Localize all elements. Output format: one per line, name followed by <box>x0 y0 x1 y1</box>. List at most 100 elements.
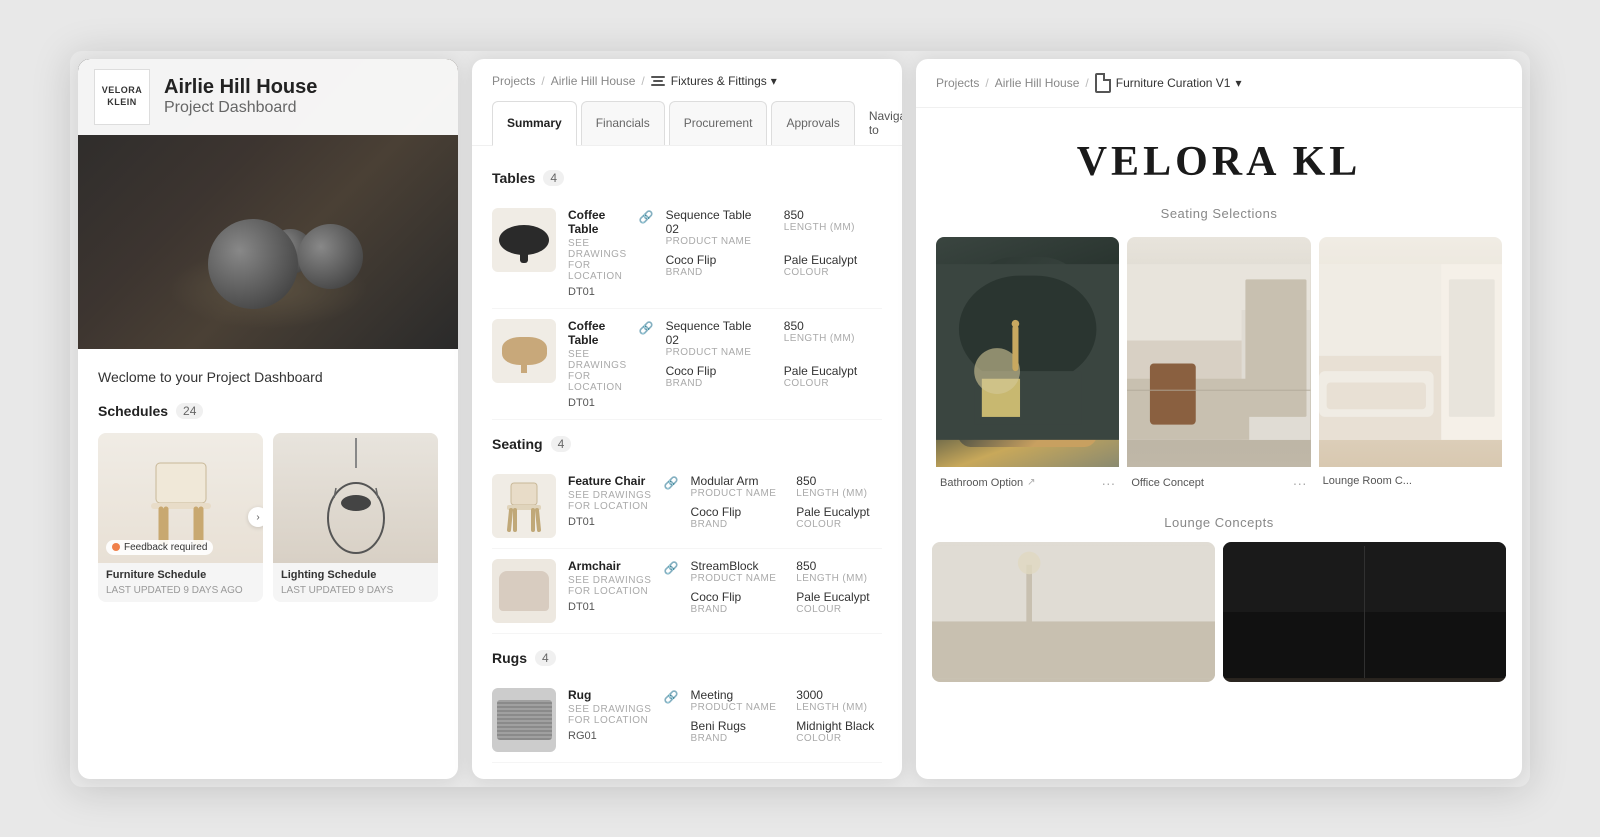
length-key: LENGTH (MM) <box>796 702 882 713</box>
item-name: Rug <box>568 688 652 702</box>
furniture-schedule-date: LAST UPDATED 9 DAYS AGO <box>98 585 263 602</box>
colour-key: COLOUR <box>784 267 882 278</box>
link-icon: 🔗 <box>664 690 679 704</box>
curation-breadcrumb-project[interactable]: Airlie Hill House <box>995 76 1080 90</box>
item-sublabel: SEE DRAWINGS FOR LOCATION <box>568 490 652 512</box>
fixtures-breadcrumb: Projects / Airlie Hill House / Fixtures … <box>492 73 882 89</box>
tab-summary[interactable]: Summary <box>492 101 577 146</box>
item-code: DT01 <box>568 601 652 613</box>
breadcrumb-sep1: / <box>541 74 544 88</box>
navigate-to-button[interactable]: Navigate to ▾ <box>859 101 902 145</box>
colour-val: Pale Eucalypt <box>796 505 882 519</box>
office-card[interactable]: Office Concept ··· <box>1127 237 1310 495</box>
lounge-label: Lounge Room C... <box>1323 475 1412 487</box>
length-val: 850 <box>784 319 882 333</box>
product-name-key: PRODUCT NAME <box>691 702 777 713</box>
sphere-medium <box>298 224 363 289</box>
feature-chair-thumb <box>492 474 556 538</box>
lounge-card-1[interactable] <box>932 542 1215 682</box>
table-light-shape <box>502 337 547 365</box>
item-meta: Modular Arm PRODUCT NAME 850 LENGTH (MM)… <box>691 474 882 530</box>
colour-val: Midnight Black <box>796 719 882 733</box>
rug-info: Rug SEE DRAWINGS FOR LOCATION RG01 <box>568 688 652 742</box>
document-icon <box>1095 73 1111 93</box>
link-icon: 🔗 <box>664 476 679 490</box>
breadcrumb-project[interactable]: Airlie Hill House <box>551 74 636 88</box>
tab-financials[interactable]: Financials <box>581 101 665 145</box>
item-code: RG01 <box>568 730 652 742</box>
lounge-image-1 <box>932 542 1215 682</box>
curation-breadcrumb-projects[interactable]: Projects <box>936 76 979 90</box>
product-name-val: Meeting <box>691 688 777 702</box>
link-icon: 🔗 <box>639 321 654 335</box>
bathroom-card[interactable]: Bathroom Option ↗ ··· <box>936 237 1119 495</box>
curation-breadcrumb-active: Furniture Curation V1 ▾ <box>1095 73 1242 93</box>
coffee-table-thumb-1 <box>492 208 556 272</box>
lounge-card[interactable]: Lounge Room C... <box>1319 237 1502 495</box>
table-row: Coffee Table SEE DRAWINGS FOR LOCATION D… <box>492 198 882 309</box>
product-name-val: Modular Arm <box>691 474 777 488</box>
lounge-card-2[interactable] <box>1223 542 1506 682</box>
item-sublabel: SEE DRAWINGS FOR LOCATION <box>568 704 652 726</box>
seating-section-title: Seating Selections <box>916 206 1522 221</box>
curation-chevron: ▾ <box>1235 76 1241 90</box>
panel-curation: Projects / Airlie Hill House / Furniture… <box>916 59 1522 779</box>
brand-header: VELORA KL <box>916 108 1522 196</box>
curation-header: Projects / Airlie Hill House / Furniture… <box>916 59 1522 108</box>
office-svg <box>1127 237 1310 467</box>
item-meta: Meeting PRODUCT NAME 3000 LENGTH (MM) Be… <box>691 688 882 744</box>
breadcrumb-sep2: / <box>641 74 644 88</box>
feedback-text: Feedback required <box>124 542 207 553</box>
item-sublabel: SEE DRAWINGS FOR LOCATION <box>568 575 652 597</box>
brand-val: Coco Flip <box>666 364 764 378</box>
chair-illustration <box>141 453 221 553</box>
link-icon: 🔗 <box>639 210 654 224</box>
schedules-label: Schedules <box>98 403 168 419</box>
furniture-schedule-card[interactable]: Feedback required Furniture Schedule LAS… <box>98 433 263 602</box>
length-val: 850 <box>784 208 882 222</box>
rugs-title: Rugs <box>492 650 527 666</box>
schedules-header: Schedules 24 <box>98 403 438 419</box>
brand-val: Coco Flip <box>691 590 777 604</box>
office-image <box>1127 237 1310 467</box>
tab-procurement[interactable]: Procurement <box>669 101 768 145</box>
length-key: LENGTH (MM) <box>784 222 882 233</box>
seating-title: Seating <box>492 436 543 452</box>
breadcrumb-projects[interactable]: Projects <box>492 74 535 88</box>
tab-approvals[interactable]: Approvals <box>771 101 854 145</box>
bathroom-label: Bathroom Option ↗ <box>940 477 1036 489</box>
layers-icon <box>651 73 667 89</box>
feature-chair-svg <box>499 478 549 533</box>
office-label-text: Office Concept <box>1131 477 1204 489</box>
colour-val: Pale Eucalypt <box>796 590 882 604</box>
table-row: Rug SEE DRAWINGS FOR LOCATION RG01 🔗 Mee… <box>492 678 882 763</box>
item-meta: Sequence Table 02 PRODUCT NAME 850 LENGT… <box>666 319 882 389</box>
bathroom-more-button[interactable]: ··· <box>1101 475 1115 491</box>
welcome-text: Weclome to your Project Dashboard <box>98 369 438 385</box>
logo-bar: VELORA KLEIN Airlie Hill House Project D… <box>78 59 458 135</box>
brand-key: BRAND <box>691 519 777 530</box>
coffee-table-info-2: Coffee Table SEE DRAWINGS FOR LOCATION D… <box>568 319 627 409</box>
lounge-label-text: Lounge Room C... <box>1323 475 1412 487</box>
colour-key: COLOUR <box>796 733 882 744</box>
rug-shape <box>497 700 552 740</box>
furniture-arrow-button[interactable]: › <box>248 507 263 527</box>
office-more-button[interactable]: ··· <box>1293 475 1307 491</box>
bathroom-label-bar: Bathroom Option ↗ ··· <box>936 467 1119 495</box>
colour-val: Pale Eucalypt <box>784 253 882 267</box>
lighting-schedule-card[interactable]: Lighting Schedule LAST UPDATED 9 DAYS <box>273 433 438 602</box>
colour-key: COLOUR <box>796 604 882 615</box>
brand-val: Beni Rugs <box>691 719 777 733</box>
item-name: Armchair <box>568 559 652 573</box>
rugs-section-header: Rugs 4 <box>492 650 882 666</box>
length-val: 3000 <box>796 688 882 702</box>
product-name-key: PRODUCT NAME <box>691 488 777 499</box>
bathroom-label-text: Bathroom Option <box>940 477 1023 489</box>
length-val: 850 <box>796 559 882 573</box>
curation-breadcrumb: Projects / Airlie Hill House / Furniture… <box>936 73 1502 93</box>
length-val: 850 <box>796 474 882 488</box>
feedback-dot-indicator <box>112 543 120 551</box>
product-name-key: PRODUCT NAME <box>691 573 777 584</box>
table-row: Feature Chair SEE DRAWINGS FOR LOCATION … <box>492 464 882 549</box>
lounge-section-title: Lounge Concepts <box>916 515 1522 530</box>
